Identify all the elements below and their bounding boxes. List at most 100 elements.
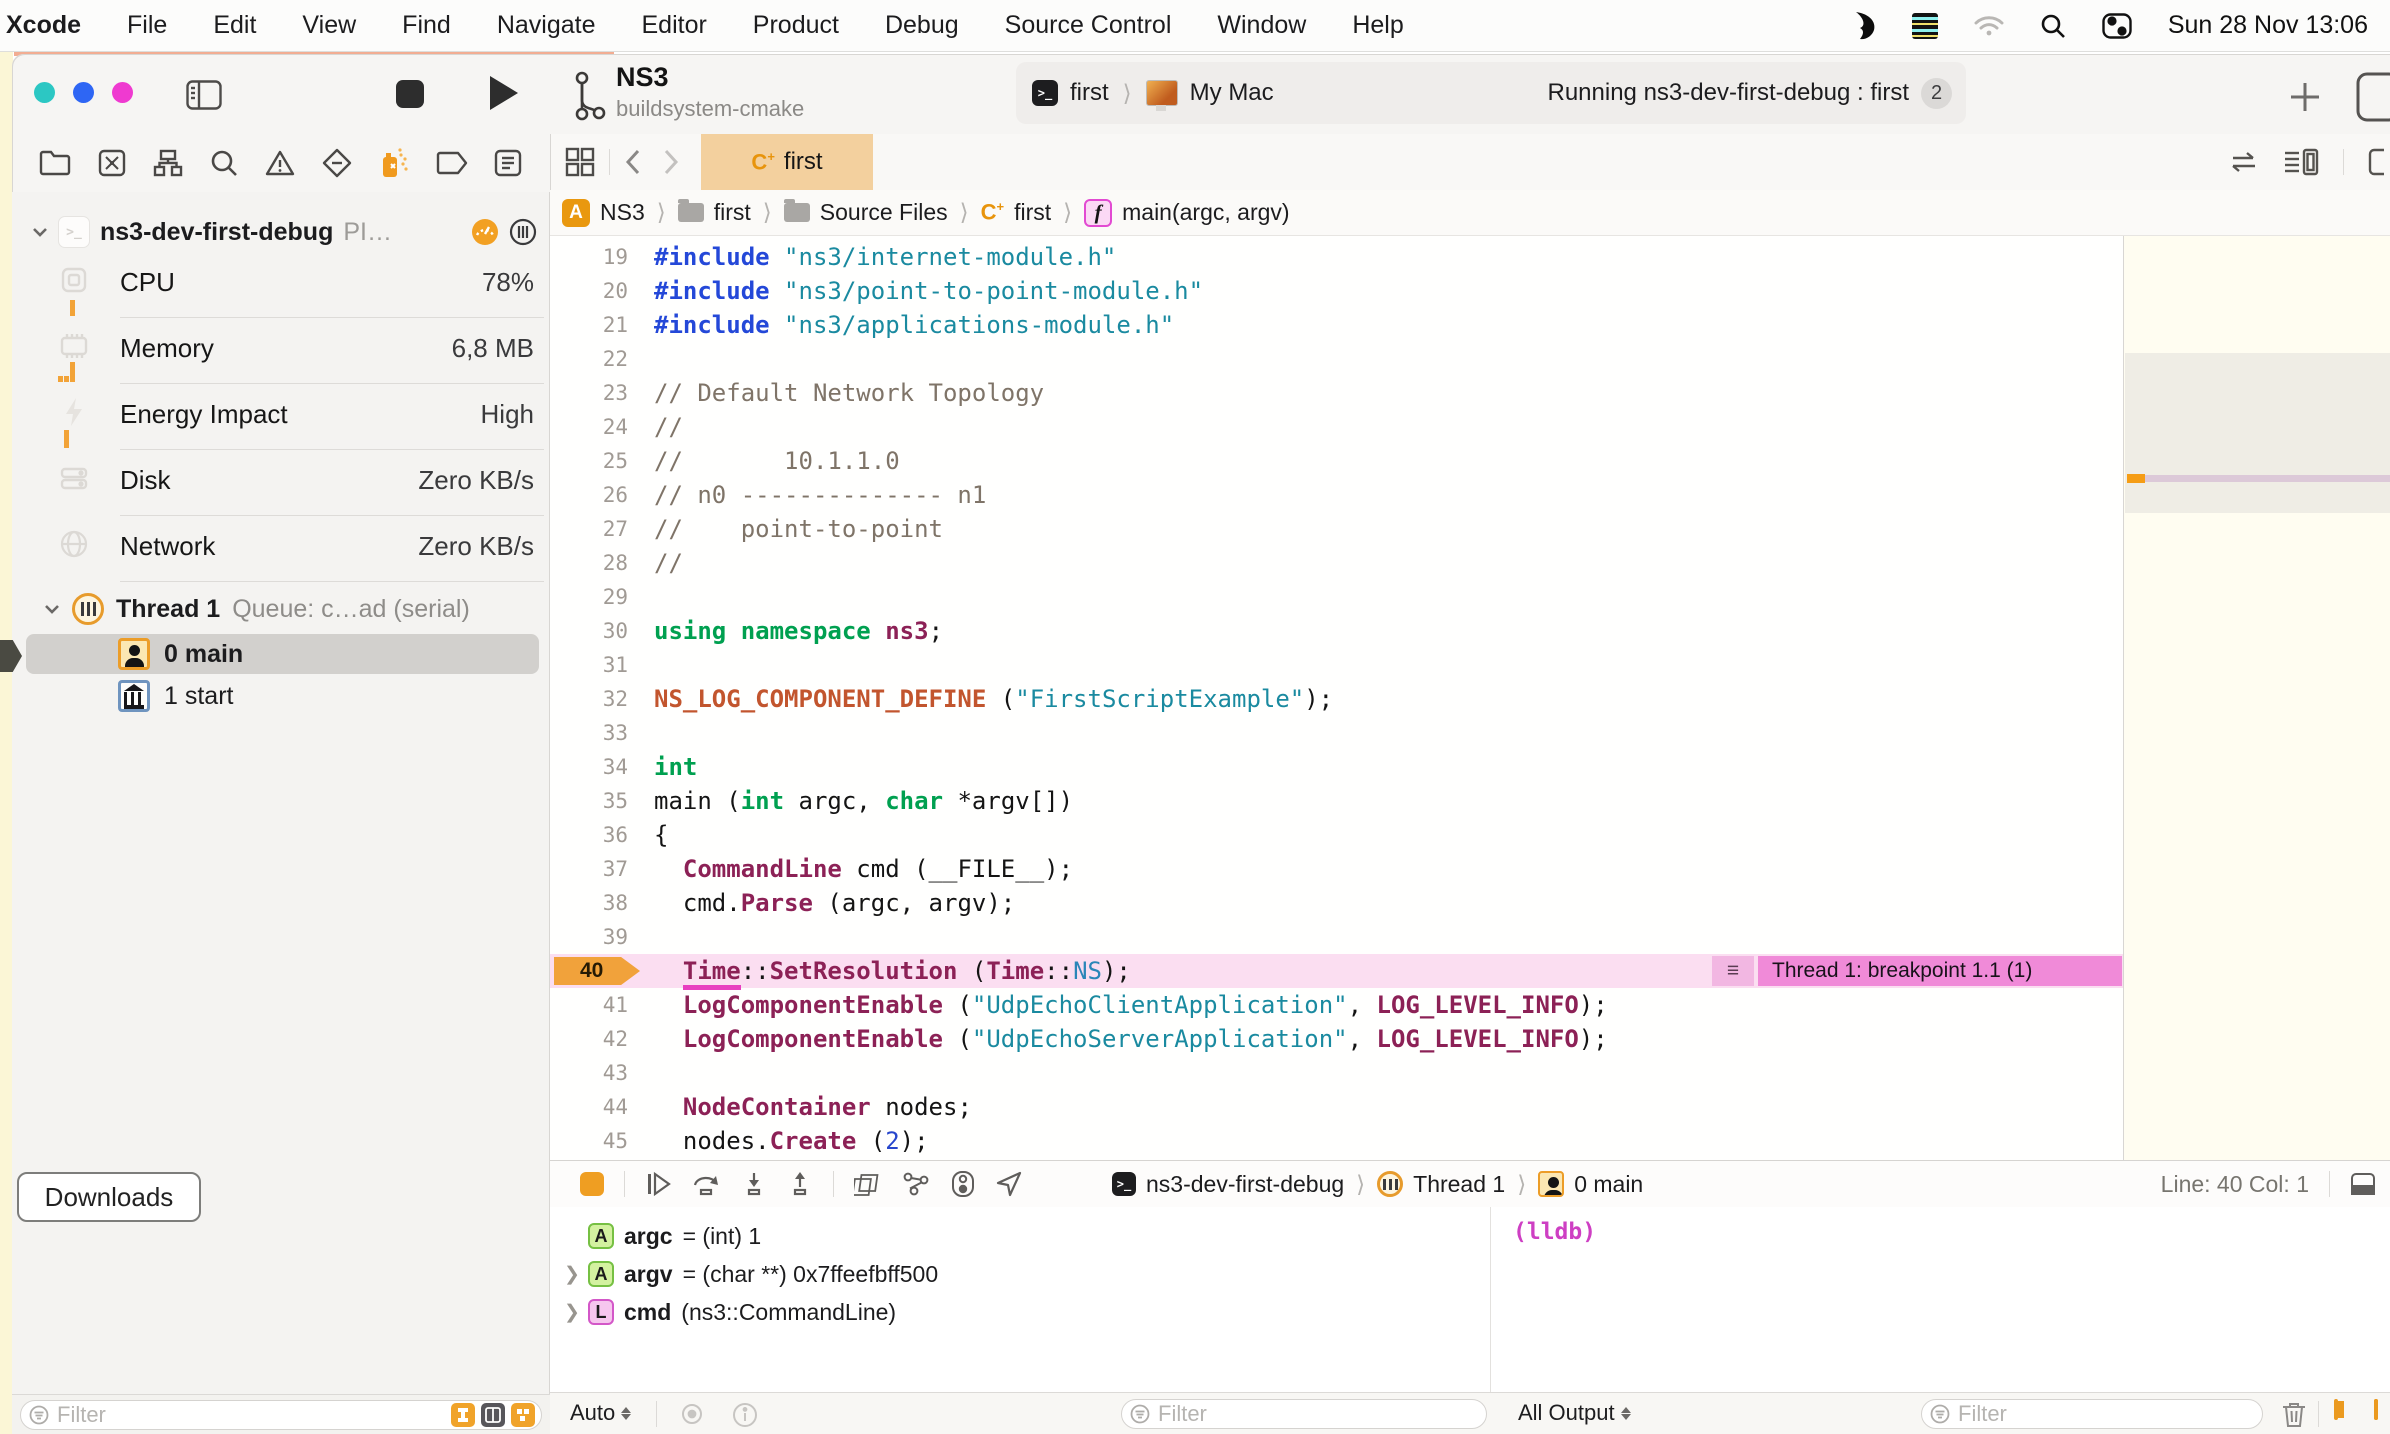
code-text[interactable]: int [654, 750, 697, 784]
filter-columns-button[interactable] [481, 1402, 505, 1427]
toggle-variables-view-button[interactable] [2334, 1399, 2344, 1420]
hide-debug-area-icon[interactable] [2350, 1172, 2376, 1196]
downloads-button[interactable]: Downloads [17, 1172, 201, 1222]
tab-first[interactable]: C+ first [701, 134, 873, 190]
gauge-row-cpu[interactable]: CPU 78% [12, 252, 550, 318]
code-text[interactable]: #include "ns3/point-to-point-module.h" [654, 274, 1203, 308]
code-line[interactable]: 20 #include "ns3/point-to-point-module.h" [550, 274, 2123, 308]
line-number[interactable]: 26 [550, 478, 628, 512]
code-line[interactable]: 38 cmd.Parse (argc, argv); [550, 886, 2123, 920]
variables-filter-field[interactable] [1121, 1399, 1487, 1429]
line-number[interactable]: 28 [550, 546, 628, 580]
stack-frame-row-selected[interactable] [26, 634, 539, 674]
back-button[interactable] [624, 148, 642, 176]
code-text[interactable]: main (int argc, char *argv[]) [654, 784, 1073, 818]
clear-console-icon[interactable] [2282, 1400, 2306, 1428]
test-navigator-icon[interactable] [322, 148, 352, 178]
code-line[interactable]: 36 { [550, 818, 2123, 852]
thread-row[interactable]: Thread 1 Queue: c…ad (serial) [44, 588, 541, 630]
gauge-row-energy[interactable]: Energy Impact High [12, 384, 550, 450]
line-number[interactable]: 25 [550, 444, 628, 478]
jump-group[interactable]: first [714, 199, 751, 226]
line-number[interactable]: 34 [550, 750, 628, 784]
code-line[interactable]: 21 #include "ns3/applications-module.h" [550, 308, 2123, 342]
code-text[interactable]: // point-to-point [654, 512, 943, 546]
stack-frame-start[interactable]: 1 start [118, 680, 233, 712]
memory-graph-icon[interactable] [902, 1171, 930, 1197]
add-editor-icon[interactable] [2368, 148, 2384, 176]
code-text[interactable]: #include "ns3/internet-module.h" [654, 240, 1116, 274]
code-line[interactable]: 27 // point-to-point [550, 512, 2123, 546]
line-number[interactable]: 21 [550, 308, 628, 342]
gauge-icon[interactable] [471, 218, 499, 246]
stop-button[interactable] [396, 80, 424, 108]
line-number[interactable]: 24 [550, 410, 628, 444]
menu-item-view[interactable]: View [302, 11, 356, 40]
line-number[interactable]: 22 [550, 342, 628, 376]
code-line[interactable]: 35 main (int argc, char *argv[]) [550, 784, 2123, 818]
line-number[interactable]: 20 [550, 274, 628, 308]
code-line[interactable]: 37 CommandLine cmd (__FILE__); [550, 852, 2123, 886]
library-button[interactable] [2356, 72, 2390, 122]
editor-options-icon[interactable] [2283, 148, 2319, 176]
code-text[interactable]: LogComponentEnable ("UdpEchoServerApplic… [654, 1022, 1608, 1056]
menu-item-edit[interactable]: Edit [213, 11, 256, 40]
code-line[interactable]: 26 // n0 -------------- n1 [550, 478, 2123, 512]
line-number[interactable]: 33 [550, 716, 628, 750]
control-center-icon[interactable] [2102, 12, 2132, 39]
code-text[interactable]: #include "ns3/applications-module.h" [654, 308, 1174, 342]
code-line[interactable]: 24 // [550, 410, 2123, 444]
add-button[interactable] [2288, 80, 2322, 114]
code-line[interactable]: 45 nodes.Create (2); [550, 1124, 2123, 1158]
find-navigator-icon[interactable] [210, 149, 238, 177]
line-number[interactable]: 38 [550, 886, 628, 920]
continue-button[interactable] [645, 1171, 671, 1197]
spotlight-search-icon[interactable] [2040, 13, 2066, 39]
menu-clock[interactable]: Sun 28 Nov 13:06 [2168, 11, 2368, 40]
code-line[interactable]: 41 LogComponentEnable ("UdpEchoClientApp… [550, 988, 2123, 1022]
menu-item-product[interactable]: Product [753, 11, 839, 40]
breakpoint-actions-icon[interactable]: ≡ [1712, 956, 1754, 986]
breakpoint-hit-tag[interactable]: Thread 1: breakpoint 1.1 (1) [1758, 956, 2122, 986]
line-number[interactable]: 45 [550, 1124, 628, 1158]
code-text[interactable]: // 10.1.1.0 [654, 444, 900, 478]
destination-name[interactable]: My Mac [1190, 79, 1274, 107]
menu-item-help[interactable]: Help [1352, 11, 1403, 40]
line-number[interactable]: 19 [550, 240, 628, 274]
disclosure-chevron-icon[interactable] [44, 604, 60, 614]
code-line[interactable]: 32 NS_LOG_COMPONENT_DEFINE ("FirstScriptE… [550, 682, 2123, 716]
gauge-row-network[interactable]: Network Zero KB/s [12, 516, 550, 582]
step-over-button[interactable] [691, 1171, 721, 1197]
code-line[interactable]: 31 [550, 648, 2123, 682]
gauge-row-disk[interactable]: Disk Zero KB/s [12, 450, 550, 516]
activity-count-badge[interactable]: 2 [1921, 77, 1952, 109]
code-text[interactable]: using namespace ns3; [654, 614, 943, 648]
variable-row[interactable]: A argc = (int) 1 [550, 1217, 1490, 1255]
code-line[interactable]: 39 [550, 920, 2123, 954]
menu-app-name[interactable]: Xcode [6, 11, 81, 40]
code-line[interactable]: 40 Time::SetResolution (Time::NS); ≡ Threa… [550, 954, 2123, 990]
line-number[interactable]: 31 [550, 648, 628, 682]
status-app-icon[interactable] [1852, 11, 1876, 40]
code-text[interactable]: NS_LOG_COMPONENT_DEFINE ("FirstScriptExa… [654, 682, 1333, 716]
crumb-process[interactable]: ns3-dev-first-debug [1146, 1171, 1344, 1198]
info-icon[interactable] [732, 1402, 758, 1428]
run-button[interactable] [490, 76, 518, 110]
breakpoints-toggle-button[interactable] [580, 1172, 604, 1196]
jump-project[interactable]: NS3 [600, 199, 645, 226]
code-text[interactable]: Time::SetResolution (Time::NS); [654, 954, 1131, 990]
line-number[interactable]: 29 [550, 580, 628, 614]
gauge-row-memory[interactable]: Memory 6,8 MB [12, 318, 550, 384]
source-editor[interactable]: 19 #include "ns3/internet-module.h" 20 #inc… [550, 236, 2123, 1160]
toggle-navigator-icon[interactable] [186, 80, 222, 110]
line-number[interactable]: 42 [550, 1022, 628, 1056]
console-filter-input[interactable] [1956, 1400, 2256, 1428]
variables-scope-popup[interactable]: Auto [570, 1400, 632, 1426]
code-text[interactable]: // Default Network Topology [654, 376, 1044, 410]
line-number[interactable]: 43 [550, 1056, 628, 1090]
code-line[interactable]: 30 using namespace ns3; [550, 614, 2123, 648]
wifi-icon[interactable] [1974, 15, 2004, 37]
step-into-button[interactable] [741, 1171, 767, 1197]
keyboard-layout-icon[interactable] [1911, 12, 1938, 39]
zoom-window-button[interactable] [112, 82, 133, 103]
